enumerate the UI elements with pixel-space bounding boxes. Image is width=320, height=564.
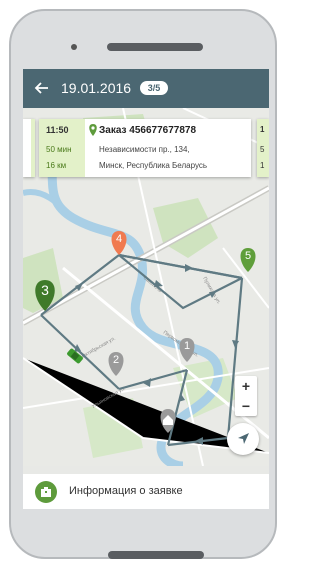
- peek-distance: 1: [260, 161, 265, 170]
- svg-text:1: 1: [184, 340, 190, 352]
- svg-text:4: 4: [116, 233, 122, 245]
- svg-text:2: 2: [113, 354, 119, 366]
- toolbar-date: 19.01.2016: [61, 80, 132, 96]
- next-order-card[interactable]: 1 5 1: [257, 119, 269, 177]
- order-summary-panel: 11:50 50 мин 16 км: [39, 119, 85, 177]
- app-screen: 19.01.2016 3/5 Ульяновская ул. Свислочь …: [23, 69, 269, 509]
- svg-text:3: 3: [41, 282, 49, 298]
- order-distance: 16 км: [46, 161, 67, 170]
- peek-time: 1: [260, 125, 265, 134]
- order-time: 11:50: [46, 125, 69, 135]
- peek-duration: 5: [260, 145, 265, 154]
- order-info-label: Информация о заявке: [69, 485, 183, 497]
- zoom-in-button[interactable]: +: [235, 376, 257, 396]
- order-card[interactable]: 11:50 50 мин 16 км Заказ 456677677878 Не…: [39, 119, 251, 177]
- page-counter-badge: 3/5: [140, 81, 168, 95]
- map-pin-icon: [89, 124, 97, 136]
- home-bar[interactable]: [108, 551, 204, 559]
- order-title: Заказ 456677677878: [99, 125, 197, 136]
- briefcase-icon: [35, 481, 57, 503]
- locate-button[interactable]: [227, 423, 259, 455]
- order-address-line1: Независимости пр., 134,: [99, 145, 190, 154]
- arrow-left-icon[interactable]: [33, 79, 51, 97]
- zoom-out-button[interactable]: −: [235, 396, 257, 416]
- speaker-grille: [107, 43, 203, 51]
- svg-text:5: 5: [245, 250, 251, 262]
- navigation-arrow-icon: [238, 433, 249, 444]
- zoom-control: + −: [235, 376, 257, 416]
- order-info-bar[interactable]: Информация о заявке: [23, 474, 269, 509]
- order-address-line2: Минск, Республика Беларусь: [99, 161, 208, 170]
- toolbar: 19.01.2016 3/5: [23, 69, 269, 108]
- camera-dot: [71, 44, 77, 50]
- prev-order-card[interactable]: [23, 119, 35, 177]
- order-duration: 50 мин: [46, 145, 72, 154]
